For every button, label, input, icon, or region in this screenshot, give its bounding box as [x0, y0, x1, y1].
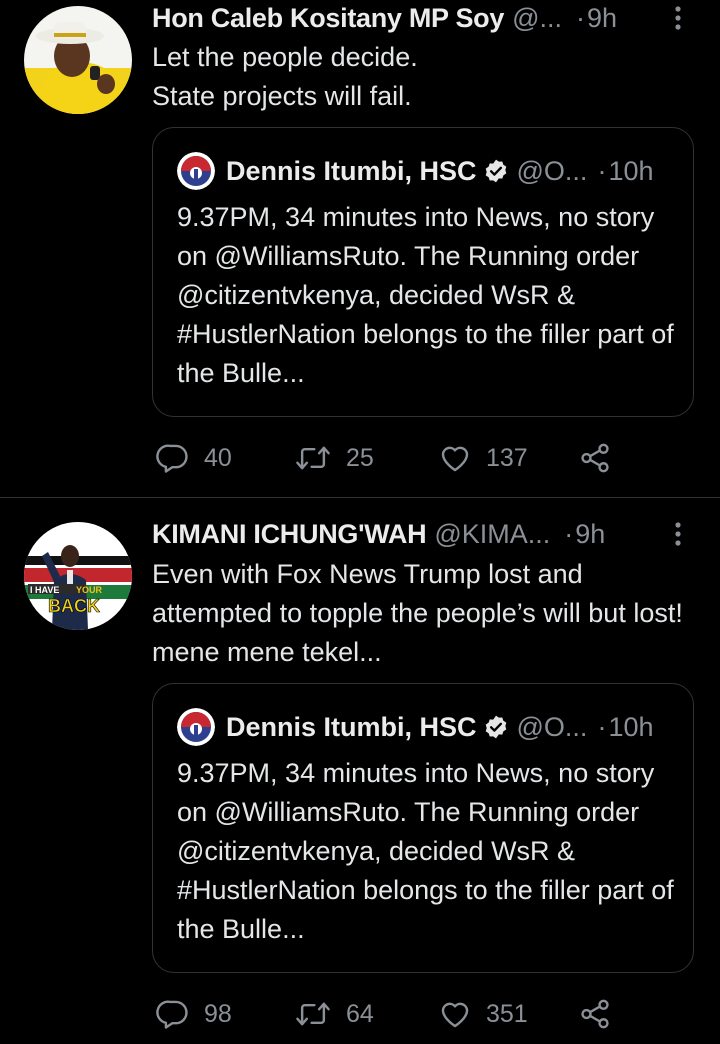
- author-handle[interactable]: @...: [512, 3, 562, 34]
- quoted-tweet[interactable]: Dennis Itumbi, HSC @O... · 10h 9.37PM, 3…: [152, 683, 694, 973]
- share-button[interactable]: [578, 438, 612, 478]
- quote-avatar: [177, 152, 215, 190]
- svg-text:BACK: BACK: [48, 596, 100, 616]
- quote-avatar: [177, 708, 215, 746]
- tweet-actions: 40 25 137: [156, 438, 636, 478]
- author-name[interactable]: Hon Caleb Kositany MP Soy: [152, 3, 504, 34]
- retweet-icon: [296, 446, 330, 470]
- svg-text:YOUR: YOUR: [76, 585, 103, 595]
- like-count: 351: [486, 999, 528, 1028]
- reply-button[interactable]: 40: [156, 438, 232, 478]
- quote-author-name: Dennis Itumbi, HSC: [226, 155, 477, 186]
- quoted-tweet[interactable]: Dennis Itumbi, HSC @O... · 10h 9.37PM, 3…: [152, 127, 694, 417]
- verified-badge-icon: [485, 715, 506, 739]
- timestamp[interactable]: 9h: [575, 519, 605, 550]
- retweet-button[interactable]: 25: [294, 438, 374, 478]
- quote-author-name: Dennis Itumbi, HSC: [226, 711, 477, 742]
- tweet-header: KIMANI ICHUNG'WAH @KIMA... · 9h: [152, 516, 692, 552]
- svg-text:I HAVE: I HAVE: [30, 585, 59, 595]
- quote-text: 9.37PM, 34 minutes into News, no story o…: [177, 758, 674, 944]
- reply-icon: [156, 444, 188, 473]
- quote-timestamp: 10h: [608, 711, 654, 742]
- tweet[interactable]: I HAVE YOUR BACK KIMANI ICHUNG'WAH @KIMA…: [0, 498, 720, 1044]
- more-vertical-icon[interactable]: [668, 4, 688, 32]
- reply-button[interactable]: 98: [156, 994, 232, 1034]
- timestamp[interactable]: 9h: [587, 3, 617, 34]
- share-icon: [581, 999, 609, 1029]
- like-count: 137: [486, 443, 528, 472]
- quote-author-handle: @O...: [516, 155, 588, 186]
- reply-icon: [156, 1000, 188, 1029]
- tweet-header: Hon Caleb Kositany MP Soy @... · 9h: [152, 0, 692, 36]
- reply-count: 98: [204, 999, 232, 1028]
- retweet-count: 25: [346, 443, 374, 472]
- separator-dot: ·: [597, 155, 607, 186]
- retweet-icon: [296, 1002, 330, 1026]
- share-button[interactable]: [578, 994, 612, 1034]
- tweet[interactable]: Hon Caleb Kositany MP Soy @... · 9h Let …: [0, 0, 720, 497]
- avatar[interactable]: I HAVE YOUR BACK: [24, 522, 132, 630]
- author-name[interactable]: KIMANI ICHUNG'WAH: [152, 519, 427, 550]
- quote-author-handle: @O...: [516, 711, 588, 742]
- separator-dot: ·: [564, 518, 574, 549]
- quote-header: Dennis Itumbi, HSC @O... · 10h: [177, 151, 654, 191]
- avatar[interactable]: [24, 6, 132, 114]
- heart-icon: [441, 1002, 469, 1028]
- tweet-text: Let the people decide. State projects wi…: [152, 42, 418, 111]
- verified-badge-icon: [485, 159, 506, 183]
- retweet-count: 64: [346, 999, 374, 1028]
- author-handle[interactable]: @KIMA...: [434, 519, 550, 550]
- tweet-text: Even with Fox News Trump lost and attemp…: [152, 559, 683, 667]
- like-button[interactable]: 137: [438, 438, 528, 478]
- quote-timestamp: 10h: [608, 155, 654, 186]
- separator-dot: ·: [576, 2, 585, 33]
- quote-text: 9.37PM, 34 minutes into News, no story o…: [177, 202, 674, 388]
- tweet-actions: 98 64 351: [156, 994, 636, 1034]
- reply-count: 40: [204, 443, 232, 472]
- heart-icon: [441, 446, 469, 472]
- separator-dot: ·: [597, 711, 607, 742]
- more-vertical-icon[interactable]: [668, 520, 688, 548]
- share-icon: [581, 443, 609, 473]
- retweet-button[interactable]: 64: [294, 994, 374, 1034]
- like-button[interactable]: 351: [438, 994, 528, 1034]
- quote-header: Dennis Itumbi, HSC @O... · 10h: [177, 707, 654, 747]
